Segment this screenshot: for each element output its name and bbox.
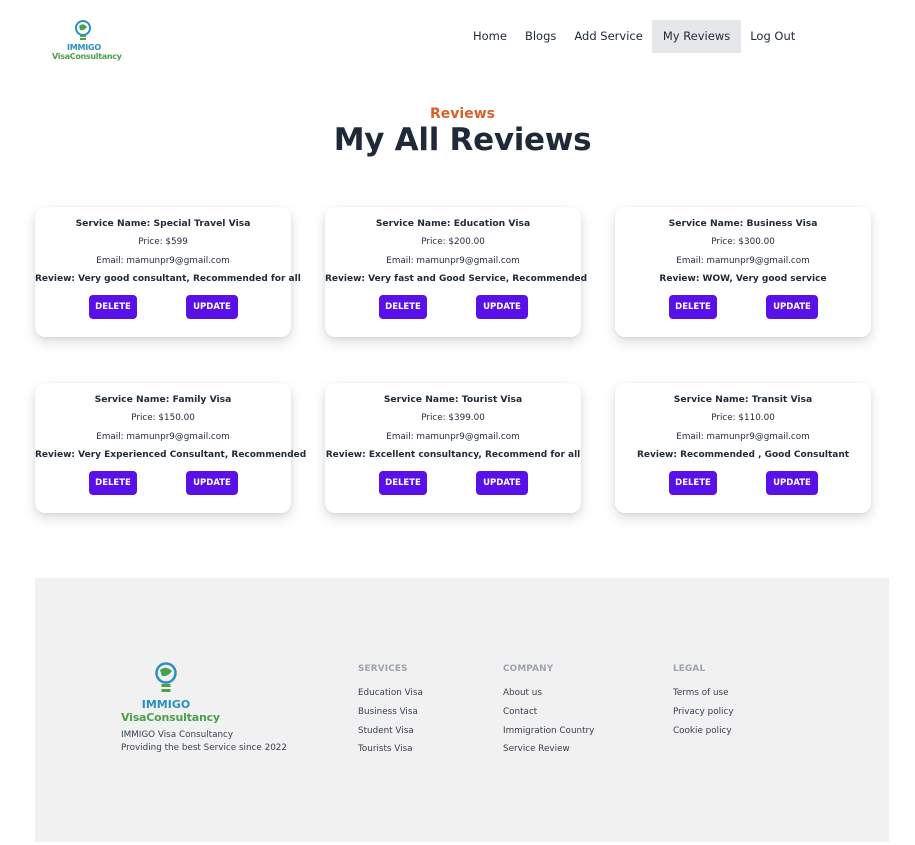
review-card: Service Name: Tourist Visa Price: $399.0… bbox=[325, 383, 581, 513]
footer-company-heading: COMPANY bbox=[503, 664, 554, 674]
reviewer-email: Email: mamunpr9@gmail.com bbox=[96, 256, 230, 266]
lightbulb-globe-icon bbox=[155, 662, 177, 692]
footer-logo-text-immigo: IMMIGO bbox=[141, 698, 191, 711]
footer-link-service-review[interactable]: Service Review bbox=[503, 744, 570, 754]
footer-link-terms-of-use[interactable]: Terms of use bbox=[673, 688, 729, 698]
update-button[interactable]: UPDATE bbox=[766, 471, 818, 495]
service-name: Service Name: Special Travel Visa bbox=[75, 218, 251, 229]
delete-button[interactable]: DELETE bbox=[89, 295, 137, 319]
nav-add-service[interactable]: Add Service bbox=[565, 20, 651, 53]
service-price: Price: $110.00 bbox=[711, 413, 775, 423]
nav-log-out[interactable]: Log Out bbox=[741, 20, 804, 53]
update-button[interactable]: UPDATE bbox=[476, 471, 528, 495]
service-name: Service Name: Family Visa bbox=[94, 394, 232, 405]
footer-tagline: Providing the best Service since 2022 bbox=[121, 743, 287, 753]
site-header: IMMIGO VisaConsultancy Home Blogs Add Se… bbox=[0, 0, 915, 80]
footer-link-immigration-country[interactable]: Immigration Country bbox=[503, 726, 594, 736]
site-logo[interactable]: IMMIGO VisaConsultancy bbox=[52, 20, 122, 64]
footer-link-business-visa[interactable]: Business Visa bbox=[358, 707, 418, 717]
delete-button[interactable]: DELETE bbox=[89, 471, 137, 495]
lightbulb-globe-icon bbox=[75, 20, 91, 40]
review-card: Service Name: Transit Visa Price: $110.0… bbox=[615, 383, 871, 513]
reviewer-email: Email: mamunpr9@gmail.com bbox=[96, 432, 230, 442]
review-text: Review: Excellent consultancy, Recommend… bbox=[325, 450, 581, 460]
update-button[interactable]: UPDATE bbox=[766, 295, 818, 319]
logo-text-immigo: IMMIGO bbox=[66, 43, 102, 52]
review-card: Service Name: Business Visa Price: $300.… bbox=[615, 207, 871, 337]
service-name: Service Name: Tourist Visa bbox=[383, 394, 523, 405]
footer-services-heading: SERVICES bbox=[358, 664, 408, 674]
service-price: Price: $200.00 bbox=[421, 237, 485, 247]
update-button[interactable]: UPDATE bbox=[186, 471, 238, 495]
main-nav: Home Blogs Add Service My Reviews Log Ou… bbox=[464, 20, 804, 53]
reviewer-email: Email: mamunpr9@gmail.com bbox=[386, 432, 520, 442]
review-text: Review: Very Experienced Consultant, Rec… bbox=[35, 450, 307, 460]
reviewer-email: Email: mamunpr9@gmail.com bbox=[676, 256, 810, 266]
nav-home[interactable]: Home bbox=[464, 20, 516, 53]
update-button[interactable]: UPDATE bbox=[186, 295, 238, 319]
nav-my-reviews[interactable]: My Reviews bbox=[651, 20, 742, 53]
review-text: Review: Recommended , Good Consultant bbox=[636, 450, 850, 460]
review-card: Service Name: Special Travel Visa Price:… bbox=[35, 207, 301, 337]
section-eyebrow: Reviews bbox=[430, 106, 495, 122]
review-card: Service Name: Family Visa Price: $150.00… bbox=[35, 383, 307, 513]
footer-link-tourists-visa[interactable]: Tourists Visa bbox=[358, 744, 413, 754]
footer-link-student-visa[interactable]: Student Visa bbox=[358, 726, 414, 736]
logo-text-visaconsultancy: VisaConsultancy bbox=[52, 52, 122, 61]
footer-link-about-us[interactable]: About us bbox=[503, 688, 542, 698]
review-text: Review: Very fast and Good Service, Reco… bbox=[325, 274, 588, 284]
review-text: Review: Very good consultant, Recommende… bbox=[35, 274, 301, 284]
review-card: Service Name: Education Visa Price: $200… bbox=[325, 207, 588, 337]
reviewer-email: Email: mamunpr9@gmail.com bbox=[386, 256, 520, 266]
service-price: Price: $300.00 bbox=[711, 237, 775, 247]
service-name: Service Name: Education Visa bbox=[375, 218, 531, 229]
delete-button[interactable]: DELETE bbox=[379, 471, 427, 495]
reviewer-email: Email: mamunpr9@gmail.com bbox=[676, 432, 810, 442]
delete-button[interactable]: DELETE bbox=[669, 471, 717, 495]
footer-company-name: IMMIGO Visa Consultancy bbox=[121, 730, 234, 740]
footer-logo[interactable]: IMMIGO VisaConsultancy bbox=[121, 662, 221, 724]
footer-link-privacy-policy[interactable]: Privacy policy bbox=[673, 707, 734, 717]
footer-legal-heading: LEGAL bbox=[673, 664, 706, 674]
footer-link-contact[interactable]: Contact bbox=[503, 707, 537, 717]
update-button[interactable]: UPDATE bbox=[476, 295, 528, 319]
footer-link-cookie-policy[interactable]: Cookie policy bbox=[673, 726, 732, 736]
site-footer: IMMIGO VisaConsultancy IMMIGO Visa Consu… bbox=[35, 578, 889, 842]
service-name: Service Name: Business Visa bbox=[668, 218, 818, 229]
service-name: Service Name: Transit Visa bbox=[673, 394, 813, 405]
delete-button[interactable]: DELETE bbox=[669, 295, 717, 319]
page-title: My All Reviews bbox=[333, 122, 592, 158]
nav-blogs[interactable]: Blogs bbox=[516, 20, 565, 53]
service-price: Price: $599 bbox=[138, 237, 188, 247]
delete-button[interactable]: DELETE bbox=[379, 295, 427, 319]
review-text: Review: WOW, Very good service bbox=[659, 274, 827, 284]
footer-link-education-visa[interactable]: Education Visa bbox=[358, 688, 423, 698]
service-price: Price: $150.00 bbox=[131, 413, 195, 423]
service-price: Price: $399.00 bbox=[421, 413, 485, 423]
footer-logo-text-visaconsultancy: VisaConsultancy bbox=[121, 711, 220, 724]
